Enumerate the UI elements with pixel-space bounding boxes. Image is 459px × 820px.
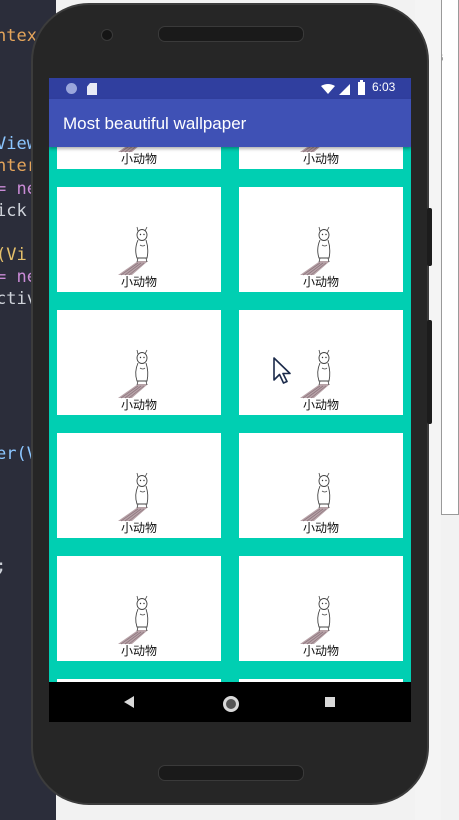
animal-illustration: [300, 225, 342, 277]
wifi-icon: [321, 84, 335, 94]
wallpaper-card[interactable]: 小动物: [57, 556, 221, 661]
wallpaper-card[interactable]: 小动物: [57, 310, 221, 415]
recents-icon[interactable]: [325, 697, 335, 707]
wallpaper-card[interactable]: 小动物: [239, 147, 403, 169]
animal-illustration: [300, 594, 342, 646]
signal-icon: [339, 84, 350, 95]
wallpaper-card[interactable]: 小动物: [239, 556, 403, 661]
wallpaper-label: 小动物: [302, 152, 339, 166]
mouse-cursor-icon: [273, 357, 291, 384]
code-fragment: ;: [0, 556, 6, 576]
wallpaper-label: 小动物: [120, 152, 157, 166]
wallpaper-card[interactable]: 小动物: [239, 310, 403, 415]
animal-illustration: [118, 348, 160, 400]
app-title: Most beautiful wallpaper: [63, 114, 247, 133]
bottom-speaker: [158, 765, 304, 781]
power-button[interactable]: [427, 208, 432, 266]
wallpaper-label: 小动物: [120, 644, 157, 658]
top-speaker: [158, 26, 304, 42]
window-text: NG: [442, 53, 443, 64]
code-fragment: (Vi: [0, 245, 27, 265]
front-camera: [101, 29, 113, 41]
battery-icon: [358, 80, 365, 95]
wallpaper-label: 小动物: [120, 398, 157, 412]
wallpaper-card[interactable]: 小动物: [57, 147, 221, 169]
wallpaper-grid[interactable]: 小动物 小动物 小动物 小动物 小动物 小动物 小动物 小动物 小动物 小动物: [49, 147, 411, 682]
sd-card-icon: [87, 83, 97, 95]
wallpaper-label: 小动物: [120, 521, 157, 535]
wallpaper-card[interactable]: 小动物: [57, 187, 221, 292]
wallpaper-label: 小动物: [302, 275, 339, 289]
home-icon[interactable]: [223, 696, 239, 712]
wallpaper-label: 小动物: [120, 275, 157, 289]
wallpaper-card[interactable]: 小动物: [239, 433, 403, 538]
wallpaper-label: 小动物: [302, 644, 339, 658]
animal-illustration: [300, 348, 342, 400]
notification-dot-icon: [66, 83, 77, 94]
navigation-bar: [49, 682, 411, 722]
volume-button[interactable]: [427, 320, 432, 424]
status-time: 6:03: [372, 80, 396, 94]
code-fragment: ick: [0, 201, 27, 221]
animal-illustration: [118, 594, 160, 646]
back-icon[interactable]: [124, 696, 134, 708]
animal-illustration: [300, 471, 342, 523]
app-toolbar: Most beautiful wallpaper: [49, 99, 411, 147]
background-window: va NG: [441, 0, 459, 515]
wallpaper-label: 小动物: [302, 521, 339, 535]
status-bar: 6:03: [49, 78, 411, 99]
wallpaper-card[interactable]: 小动物: [239, 187, 403, 292]
wallpaper-card[interactable]: 小动物: [57, 433, 221, 538]
wallpaper-label: 小动物: [302, 398, 339, 412]
phone-screen: 6:03 Most beautiful wallpaper 小动物 小动物 小动…: [49, 78, 411, 722]
animal-illustration: [118, 471, 160, 523]
code-fragment: ntex: [0, 26, 37, 46]
animal-illustration: [118, 225, 160, 277]
